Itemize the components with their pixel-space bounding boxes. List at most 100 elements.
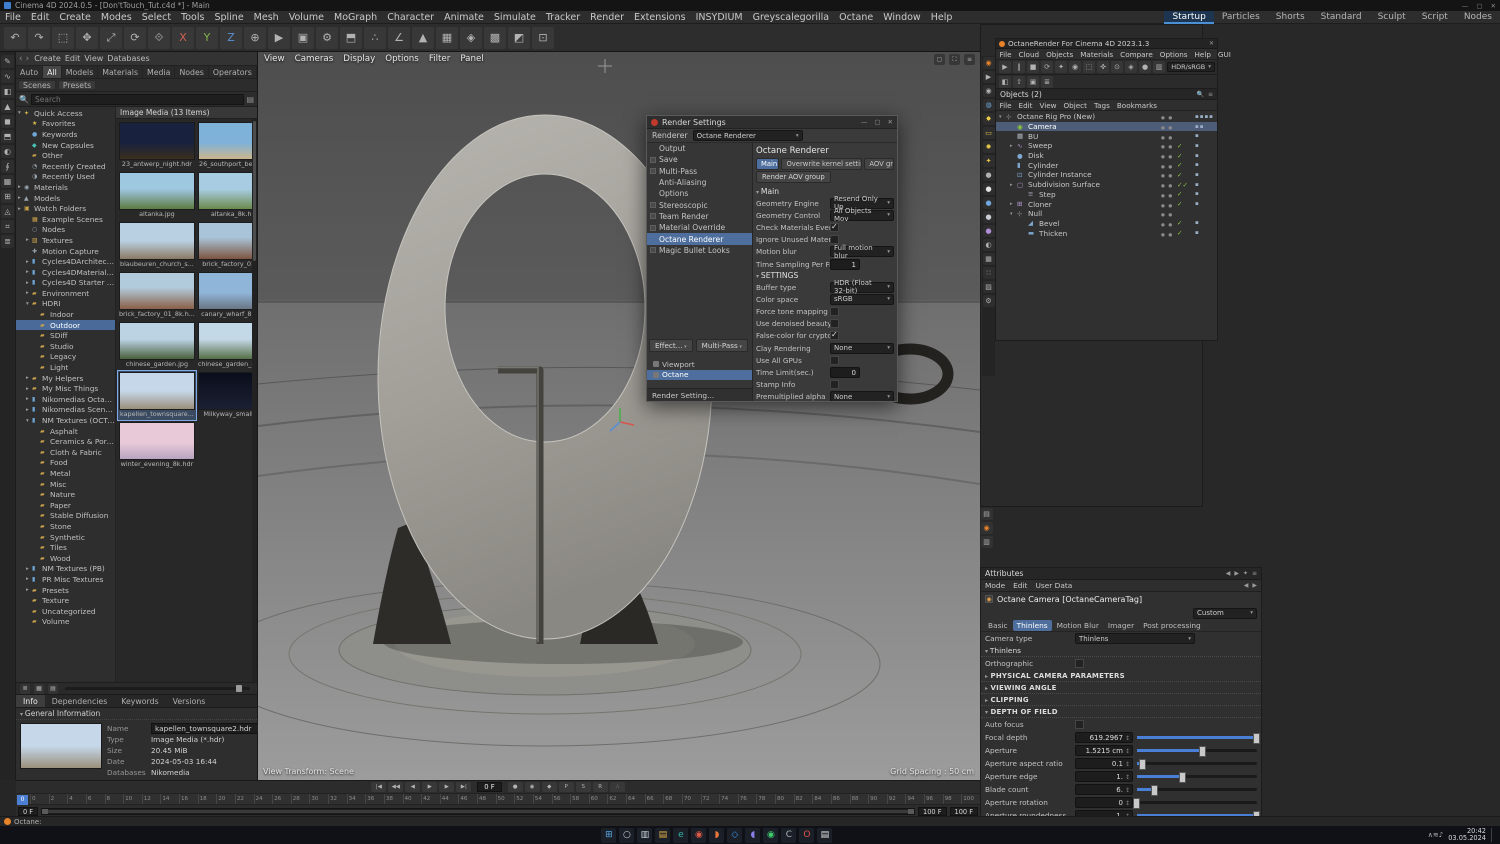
object-tags[interactable]: ▪ bbox=[1195, 162, 1217, 168]
enabled-check[interactable]: ✓ bbox=[1177, 229, 1195, 237]
spotify-icon[interactable]: ◉ bbox=[763, 827, 779, 843]
last-tool-icon[interactable]: ⟐ bbox=[148, 26, 170, 49]
menu-item[interactable]: Select bbox=[137, 11, 176, 24]
ot-play-icon[interactable]: ▶ bbox=[999, 61, 1011, 73]
point-level-icon[interactable]: ∴ bbox=[609, 782, 625, 792]
render-settings-nav-item[interactable]: Anti-Aliasing bbox=[647, 177, 752, 188]
object-tags[interactable]: ▪ bbox=[1195, 230, 1217, 236]
setting-dropdown[interactable]: None bbox=[830, 391, 894, 401]
menu-item[interactable]: Edit bbox=[26, 11, 54, 24]
folder-icon[interactable]: ▤ bbox=[246, 95, 254, 104]
dock-tab-layers-icon[interactable]: ▤ bbox=[980, 508, 993, 520]
tree-item[interactable]: ▰ Outdoor bbox=[16, 319, 115, 331]
tree-item[interactable]: ● Keywords bbox=[16, 129, 115, 140]
cinema4d-icon[interactable]: C bbox=[781, 827, 797, 843]
menu-item[interactable]: Octane bbox=[834, 11, 878, 24]
object-tags[interactable]: ▪▪ bbox=[1195, 124, 1217, 130]
goto-end-icon[interactable]: ▶| bbox=[456, 782, 472, 792]
object-menu-item[interactable]: Edit bbox=[1015, 100, 1036, 111]
menu-item[interactable]: Render bbox=[585, 11, 629, 24]
taskbar-clock[interactable]: 20:42 03.05.2024 bbox=[1448, 827, 1486, 843]
document-end-field[interactable]: 100 F bbox=[949, 806, 978, 816]
scrollbar[interactable] bbox=[252, 119, 257, 682]
next-object-icon[interactable]: ▶ bbox=[1252, 582, 1257, 589]
setting-input[interactable]: 1 bbox=[830, 258, 860, 270]
viewport-maximize-icon[interactable]: ⛶ bbox=[949, 54, 960, 65]
attribute-tab[interactable]: Post processing bbox=[1139, 620, 1205, 631]
discord-icon[interactable]: ◖ bbox=[745, 827, 761, 843]
menu-item[interactable]: Greyscalegorilla bbox=[748, 11, 835, 24]
close-button[interactable]: ✕ bbox=[1209, 40, 1214, 47]
grid-view-icon[interactable]: ▦ bbox=[34, 683, 44, 694]
enabled-check[interactable]: ✓ bbox=[1177, 219, 1195, 227]
octane-tab[interactable]: Overwrite kernel settings bbox=[781, 158, 863, 170]
object-row[interactable]: ▦ BU ▪ bbox=[996, 131, 1217, 141]
menu-item[interactable]: Spline bbox=[209, 11, 248, 24]
tree-item[interactable]: ▦ Example Scenes bbox=[16, 214, 115, 225]
value-stepper[interactable] bbox=[1125, 798, 1130, 808]
tree-item[interactable]: ▸ ▣ Watch Folders bbox=[16, 203, 115, 214]
multipass-button[interactable]: Multi-Pass bbox=[695, 339, 748, 352]
attributes-menu-item[interactable]: Mode bbox=[981, 579, 1009, 592]
menu-item[interactable]: Create bbox=[54, 11, 96, 24]
value-slider[interactable] bbox=[1137, 759, 1257, 770]
show-desktop-button[interactable] bbox=[1490, 828, 1494, 842]
orthographic-checkbox[interactable] bbox=[1075, 659, 1084, 668]
autokey-icon[interactable]: ◉ bbox=[524, 782, 540, 792]
visibility-toggles[interactable] bbox=[1161, 180, 1177, 189]
enabled-check[interactable]: ✓ bbox=[1177, 200, 1195, 208]
asset-thumbnail[interactable]: winter_evening_8k.hdr bbox=[118, 421, 196, 470]
chrome-icon[interactable]: ◉ bbox=[691, 827, 707, 843]
preset-dropdown[interactable]: Custom bbox=[1193, 607, 1257, 619]
keyframe-icon[interactable]: ◆ bbox=[541, 782, 557, 792]
attributes-menu-item[interactable]: Edit bbox=[1009, 579, 1031, 592]
start-button[interactable]: ⊞ bbox=[601, 827, 617, 843]
history-back-icon[interactable]: ◀ bbox=[1226, 570, 1231, 577]
setting-dropdown[interactable]: HDR (Float 32-bit) bbox=[830, 279, 894, 295]
ot-stamp-icon[interactable]: ▣ bbox=[1027, 76, 1039, 88]
history-forward-icon[interactable]: ▶ bbox=[1234, 570, 1239, 577]
next-frame-icon[interactable]: ▶ bbox=[439, 782, 455, 792]
burger-icon[interactable]: ≡ bbox=[1208, 91, 1213, 98]
visibility-toggles[interactable] bbox=[1161, 190, 1177, 199]
thinlens-section-header[interactable]: Thinlens bbox=[981, 645, 1261, 657]
octane-arealight-icon[interactable]: ▭ bbox=[982, 127, 995, 139]
octane-settings-icon[interactable]: ⚙ bbox=[982, 295, 995, 307]
maximize-button[interactable]: ▢ bbox=[874, 118, 880, 126]
ot-focus-icon[interactable]: ⊙ bbox=[1111, 61, 1123, 73]
tree-item[interactable]: ▸ ▮ NM Textures (PB) bbox=[16, 564, 115, 575]
viewport-menu-item[interactable]: Cameras bbox=[295, 54, 334, 64]
asset-menu-item[interactable]: Create bbox=[32, 54, 63, 63]
viewport-menu-item[interactable]: View bbox=[264, 54, 285, 64]
value-slider[interactable] bbox=[1137, 785, 1257, 796]
tree-item[interactable]: ✚ Motion Capture bbox=[16, 246, 115, 257]
menu-item[interactable]: INSYDIUM bbox=[691, 11, 748, 24]
tree-item[interactable]: ◑ Recently Used bbox=[16, 172, 115, 183]
z-axis-lock-icon[interactable]: Z bbox=[220, 26, 242, 49]
tree-item[interactable]: ▰ Paper bbox=[16, 500, 115, 511]
octane-hdri-env-icon[interactable]: ◍ bbox=[982, 99, 995, 111]
asset-filter-tab[interactable]: Materials bbox=[98, 66, 144, 78]
asset-scope-tab[interactable]: Scenes bbox=[18, 80, 56, 90]
render-settings-nav-item[interactable]: Team Render bbox=[647, 211, 752, 222]
volume-builder-icon[interactable]: ◼ bbox=[1, 115, 14, 128]
viewport-menu-item[interactable]: Panel bbox=[460, 54, 483, 64]
tree-item[interactable]: ▸ ▮ Cycles4DMaterialPack-4K bbox=[16, 267, 115, 278]
object-tags[interactable]: ▪ bbox=[1195, 143, 1217, 149]
value-field[interactable]: 1. bbox=[1075, 771, 1133, 782]
setting-checkbox[interactable] bbox=[830, 319, 839, 329]
octane-menu-item[interactable]: Materials bbox=[1077, 49, 1117, 60]
workplane-icon[interactable]: ▦ bbox=[436, 26, 458, 49]
octane-diffuse-material-icon[interactable]: ● bbox=[982, 169, 995, 181]
burger-icon[interactable]: ≡ bbox=[1252, 570, 1257, 577]
tree-item[interactable]: ◆ New Capsules bbox=[16, 140, 115, 151]
tree-item[interactable]: ▰ Tiles bbox=[16, 542, 115, 553]
tree-item[interactable]: ▾ ✦ Quick Access bbox=[16, 108, 115, 119]
move-icon[interactable]: ✥ bbox=[76, 26, 98, 49]
gradient-icon[interactable]: ◩ bbox=[508, 26, 530, 49]
object-tags[interactable]: ▪ bbox=[1195, 191, 1217, 197]
tree-item[interactable]: ▰ Ceramics & Porcelain bbox=[16, 436, 115, 447]
preview-range-bar[interactable] bbox=[41, 807, 916, 815]
tree-item[interactable]: ▰ Stable Diffusion bbox=[16, 511, 115, 522]
nav-back-icon[interactable]: ‹ bbox=[19, 54, 23, 64]
